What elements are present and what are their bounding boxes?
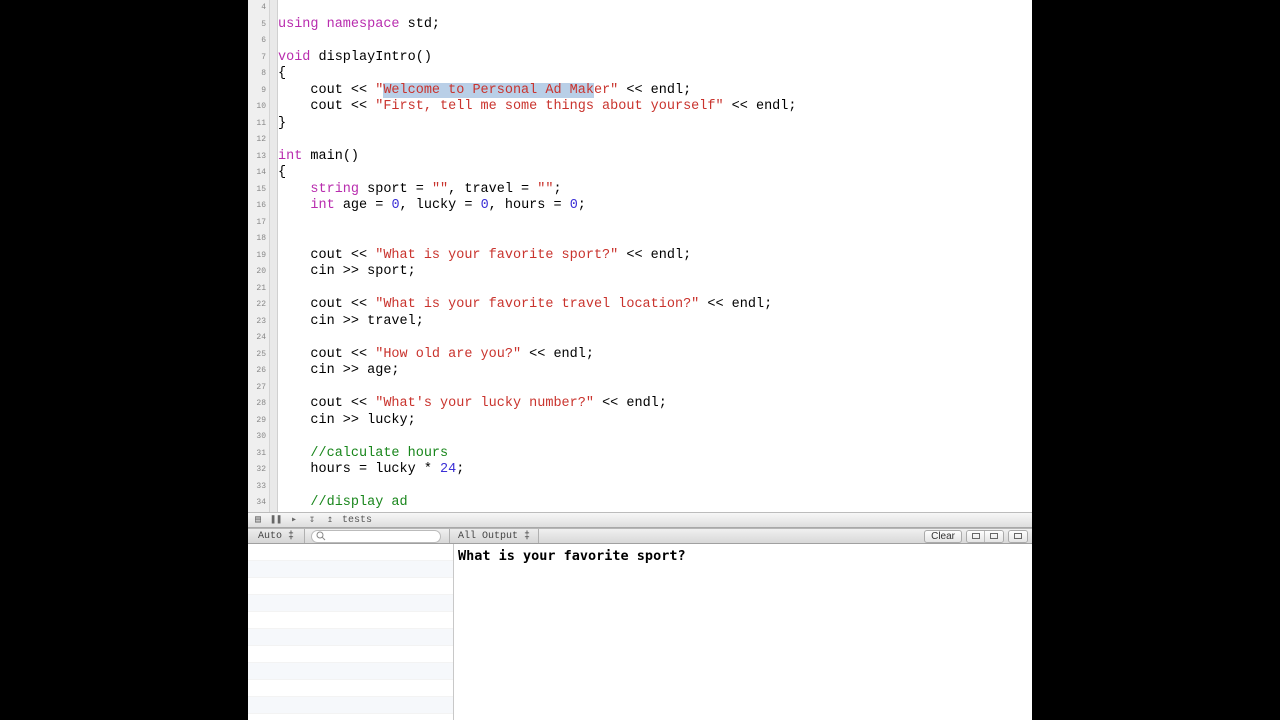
line-number: 28 (248, 396, 269, 413)
line-number: 12 (248, 132, 269, 149)
line-number: 9 (248, 83, 269, 100)
panel-toggle-right-group (1008, 530, 1028, 543)
code-line[interactable]: string sport = "", travel = ""; (278, 182, 1032, 199)
line-number: 8 (248, 66, 269, 83)
code-line[interactable] (278, 380, 1032, 397)
line-number: 22 (248, 297, 269, 314)
code-line[interactable] (278, 215, 1032, 232)
line-number: 21 (248, 281, 269, 298)
line-number: 10 (248, 99, 269, 116)
line-number: 15 (248, 182, 269, 199)
code-line[interactable]: cin >> sport; (278, 264, 1032, 281)
line-number: 31 (248, 446, 269, 463)
line-number: 18 (248, 231, 269, 248)
code-line[interactable] (278, 0, 1032, 17)
panel-toggle-left[interactable] (967, 531, 985, 542)
code-line[interactable]: cin >> age; (278, 363, 1032, 380)
code-line[interactable]: } (278, 116, 1032, 133)
code-line[interactable]: //calculate hours (278, 446, 1032, 463)
line-number: 23 (248, 314, 269, 331)
code-line[interactable]: using namespace std; (278, 17, 1032, 34)
code-area[interactable]: using namespace std;void displayIntro(){… (278, 0, 1032, 512)
code-line[interactable]: int main() (278, 149, 1032, 166)
code-line[interactable]: { (278, 66, 1032, 83)
line-number: 32 (248, 462, 269, 479)
search-icon (316, 531, 326, 541)
step-out-icon[interactable]: ↥ (324, 514, 336, 526)
debug-toolbar: Auto ‡ All Output ‡ Clear (248, 528, 1032, 544)
code-line[interactable]: cin >> lucky; (278, 413, 1032, 430)
line-number: 4 (248, 0, 269, 17)
fold-column (270, 0, 278, 512)
line-number: 14 (248, 165, 269, 182)
variables-scope-selector[interactable]: Auto ‡ (248, 529, 305, 543)
variables-panel[interactable] (248, 544, 454, 720)
code-line[interactable]: cout << "How old are you?" << endl; (278, 347, 1032, 364)
breadcrumb[interactable]: tests (342, 515, 372, 526)
line-number: 11 (248, 116, 269, 133)
clear-button[interactable]: Clear (924, 530, 962, 543)
code-editor[interactable]: 4567891011121314151617181920212223242526… (248, 0, 1032, 512)
line-number: 24 (248, 330, 269, 347)
panel-toggle-group (966, 530, 1004, 543)
code-line[interactable] (278, 330, 1032, 347)
code-line[interactable] (278, 132, 1032, 149)
code-line[interactable] (278, 231, 1032, 248)
debug-search[interactable] (311, 530, 441, 543)
code-line[interactable]: int age = 0, lucky = 0, hours = 0; (278, 198, 1032, 215)
line-number: 27 (248, 380, 269, 397)
line-number: 5 (248, 17, 269, 34)
line-number: 6 (248, 33, 269, 50)
code-line[interactable]: cout << "What is your favorite sport?" <… (278, 248, 1032, 265)
output-scope-selector[interactable]: All Output ‡ (449, 529, 539, 543)
code-line[interactable] (278, 429, 1032, 446)
code-line[interactable] (278, 33, 1032, 50)
line-number: 30 (248, 429, 269, 446)
line-number: 17 (248, 215, 269, 232)
code-line[interactable]: cout << "What is your favorite travel lo… (278, 297, 1032, 314)
line-number: 29 (248, 413, 269, 430)
code-line[interactable]: cout << "Welcome to Personal Ad Maker" <… (278, 83, 1032, 100)
line-number: 34 (248, 495, 269, 512)
code-line[interactable]: cout << "First, tell me some things abou… (278, 99, 1032, 116)
line-number: 13 (248, 149, 269, 166)
line-number: 33 (248, 479, 269, 496)
panel-toggle-mid[interactable] (985, 531, 1003, 542)
console-line: What is your favorite sport? (458, 548, 686, 564)
line-number: 26 (248, 363, 269, 380)
panel-toggle-right[interactable] (1009, 531, 1027, 542)
step-icon[interactable]: ↧ (306, 514, 318, 526)
console-area: What is your favorite sport? (248, 544, 1032, 720)
code-line[interactable] (278, 479, 1032, 496)
toggle-icon[interactable]: ▤ (252, 514, 264, 526)
line-number: 20 (248, 264, 269, 281)
code-line[interactable]: void displayIntro() (278, 50, 1032, 67)
continue-icon[interactable]: ▸ (288, 514, 300, 526)
code-line[interactable] (278, 281, 1032, 298)
line-number: 25 (248, 347, 269, 364)
pause-icon[interactable]: ❚❚ (270, 514, 282, 526)
breadcrumb-bar: ▤ ❚❚ ▸ ↧ ↥ tests (248, 512, 1032, 528)
code-line[interactable]: cout << "What's your lucky number?" << e… (278, 396, 1032, 413)
code-line[interactable]: hours = lucky * 24; (278, 462, 1032, 479)
console-output[interactable]: What is your favorite sport? (454, 544, 1032, 720)
code-line[interactable]: { (278, 165, 1032, 182)
line-number: 7 (248, 50, 269, 67)
line-gutter: 4567891011121314151617181920212223242526… (248, 0, 270, 512)
line-number: 16 (248, 198, 269, 215)
ide-window: 4567891011121314151617181920212223242526… (248, 0, 1032, 720)
code-line[interactable]: //display ad (278, 495, 1032, 512)
line-number: 19 (248, 248, 269, 265)
code-line[interactable]: cin >> travel; (278, 314, 1032, 331)
